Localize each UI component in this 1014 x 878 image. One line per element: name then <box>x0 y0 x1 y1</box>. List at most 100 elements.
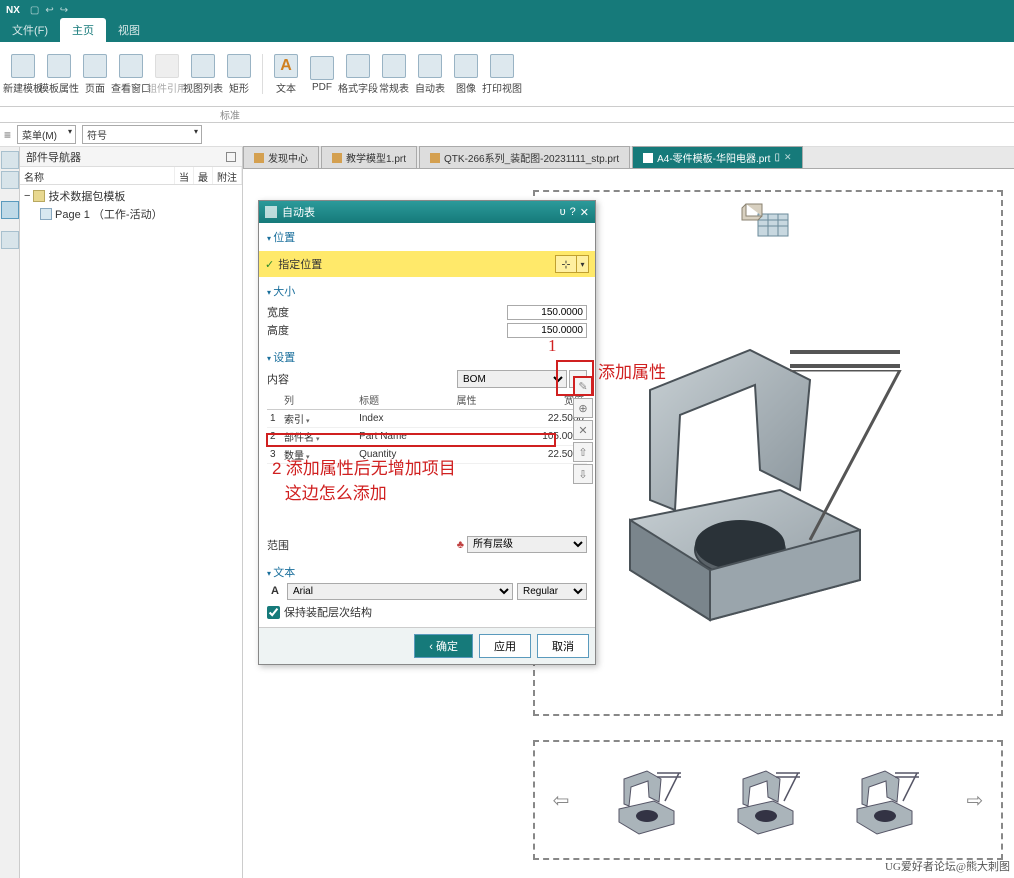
rail-nav-icon[interactable] <box>1 171 19 189</box>
width-label: 宽度 <box>267 304 507 320</box>
pick-point-button[interactable]: ⊹ <box>555 255 577 273</box>
help-icon[interactable]: ? <box>570 206 576 219</box>
col-c3[interactable]: 最 <box>194 167 213 184</box>
pick-dropdown[interactable]: ▾ <box>577 255 589 273</box>
toolbar-icon[interactable]: ↩ <box>45 5 53 16</box>
tab-model1[interactable]: 教学模型1.prt <box>321 146 417 168</box>
table-row[interactable]: 2部件名Part Name105.0000 <box>267 428 587 446</box>
doc-icon <box>643 153 653 163</box>
th-col[interactable]: 列 <box>281 390 356 410</box>
titleblock-icon <box>740 202 790 237</box>
ribbon-new-template[interactable]: 新建模板 <box>6 54 40 95</box>
width-input[interactable] <box>507 305 587 320</box>
cancel-button[interactable]: 取消 <box>537 634 589 658</box>
nav-columns: 名称 当 最 附注 <box>20 167 242 185</box>
ok-button[interactable]: 确定 <box>414 634 473 658</box>
tab-a4-template[interactable]: A4-零件模板-华阳电器.prt▯✕ <box>632 146 802 168</box>
pin-icon[interactable]: ▯ <box>774 152 780 163</box>
ribbon-pdf[interactable]: PDF <box>305 56 339 93</box>
content-label: 内容 <box>267 371 457 387</box>
tree-child[interactable]: Page 1 （工作-活动） <box>24 205 238 223</box>
tree-root[interactable]: − 技术数据包模板 <box>24 187 238 205</box>
part-navigator: 部件导航器 名称 当 最 附注 − 技术数据包模板 Page 1 （工作-活动） <box>20 147 243 878</box>
expander-icon[interactable]: − <box>24 190 30 202</box>
content-select[interactable]: BOM <box>457 370 567 388</box>
menu-home[interactable]: 主页 <box>60 18 106 42</box>
ribbon-group-label: 标准 <box>0 107 1014 123</box>
close-icon[interactable]: ✕ <box>580 206 589 219</box>
tab-qtk266[interactable]: QTK-266系列_装配图-20231111_stp.prt <box>419 146 630 168</box>
menu-view[interactable]: 视图 <box>106 18 152 42</box>
section-size[interactable]: 大小 <box>267 280 587 302</box>
title-bar: NX ▢ ↩ ↪ <box>0 0 1014 20</box>
table-row[interactable]: 3数量Quantity22.5000 <box>267 446 587 464</box>
tab-discover[interactable]: 发现中心 <box>243 146 319 168</box>
range-label: 范围 <box>267 537 457 553</box>
ribbon-text[interactable]: A文本 <box>269 54 303 95</box>
col-c2[interactable]: 当 <box>175 167 194 184</box>
font-select[interactable]: Arial <box>287 583 513 600</box>
gear-icon <box>265 206 277 218</box>
move-down-button[interactable]: ⇩ <box>573 464 593 484</box>
ribbon-view-window[interactable]: 查看窗口 <box>114 54 148 95</box>
thumb-3[interactable] <box>847 759 927 842</box>
keep-hierarchy-checkbox[interactable] <box>267 606 280 619</box>
font-style-select[interactable]: Regular <box>517 583 587 600</box>
rail-finder-icon[interactable] <box>1 151 19 169</box>
doc-tabs: 发现中心 教学模型1.prt QTK-266系列_装配图-20231111_st… <box>243 147 1014 169</box>
quick-access-row: ≡ 菜单(M) 符号 <box>0 123 1014 147</box>
doc-icon <box>430 153 440 163</box>
th-title[interactable]: 标题 <box>356 390 453 410</box>
app-logo: NX <box>6 5 20 16</box>
thumb-1[interactable] <box>609 759 689 842</box>
rail-tools-icon[interactable] <box>1 231 19 249</box>
nav-title: 部件导航器 <box>26 149 81 165</box>
left-rail <box>0 147 20 878</box>
ribbon-view-list[interactable]: 视图列表 <box>186 54 220 95</box>
ribbon-format-field[interactable]: 格式字段 <box>341 54 375 95</box>
ribbon-rect[interactable]: 矩形 <box>222 54 256 95</box>
menu-file[interactable]: 文件(F) <box>0 18 60 42</box>
menu-dropdown[interactable]: 菜单(M) <box>17 125 76 144</box>
apply-button[interactable]: 应用 <box>479 634 531 658</box>
move-up-button[interactable]: ⇧ <box>573 442 593 462</box>
add-attribute-button[interactable]: ✎ <box>573 376 593 396</box>
range-select[interactable]: 所有层级 <box>467 536 587 553</box>
table-row[interactable]: 1索引Index22.5000 <box>267 410 587 428</box>
height-input[interactable] <box>507 323 587 338</box>
toolbar-icon[interactable]: ▢ <box>30 5 39 16</box>
dialog-titlebar[interactable]: 自动表 υ ? ✕ <box>259 201 595 223</box>
col-c4[interactable]: 附注 <box>213 167 242 184</box>
ribbon-print-view[interactable]: 打印视图 <box>485 54 519 95</box>
section-position[interactable]: 位置 <box>267 226 587 248</box>
toolbar-icon[interactable]: ↪ <box>60 5 68 16</box>
page-icon <box>40 208 52 220</box>
dialog-buttons: 确定 应用 取消 <box>259 627 595 664</box>
prev-arrow-icon[interactable]: ⇦ <box>553 788 570 813</box>
symbol-dropdown[interactable]: 符号 <box>82 125 202 144</box>
nav-header: 部件导航器 <box>20 147 242 167</box>
refresh-icon[interactable]: υ <box>560 206 566 219</box>
rail-part-nav-icon[interactable] <box>1 201 19 219</box>
nav-tree: − 技术数据包模板 Page 1 （工作-活动） <box>20 185 242 878</box>
hamburger-icon[interactable]: ≡ <box>4 128 11 142</box>
ribbon-template-props[interactable]: 模板属性 <box>42 54 76 95</box>
ribbon-page[interactable]: 页面 <box>78 54 112 95</box>
menu-bar: 文件(F) 主页 视图 <box>0 20 1014 42</box>
remove-row-button[interactable]: ✕ <box>573 420 593 440</box>
watermark: UG爱好者论坛@熊大刺图 <box>885 858 1010 874</box>
th-attr[interactable]: 属性 <box>453 390 500 410</box>
ribbon-auto-table[interactable]: 自动表 <box>413 54 447 95</box>
section-text[interactable]: 文本 <box>267 561 587 583</box>
thumb-2[interactable] <box>728 759 808 842</box>
font-icon: A <box>267 583 283 600</box>
height-label: 高度 <box>267 322 507 338</box>
col-name[interactable]: 名称 <box>20 167 175 184</box>
nav-dock-icon[interactable] <box>226 152 236 162</box>
add-row-button[interactable]: ⊕ <box>573 398 593 418</box>
ribbon-image[interactable]: 图像 <box>449 54 483 95</box>
section-settings[interactable]: 设置 <box>267 346 587 368</box>
ribbon-regular-table[interactable]: 常规表 <box>377 54 411 95</box>
next-arrow-icon[interactable]: ⇨ <box>967 788 984 813</box>
close-icon[interactable]: ✕ <box>784 152 792 163</box>
